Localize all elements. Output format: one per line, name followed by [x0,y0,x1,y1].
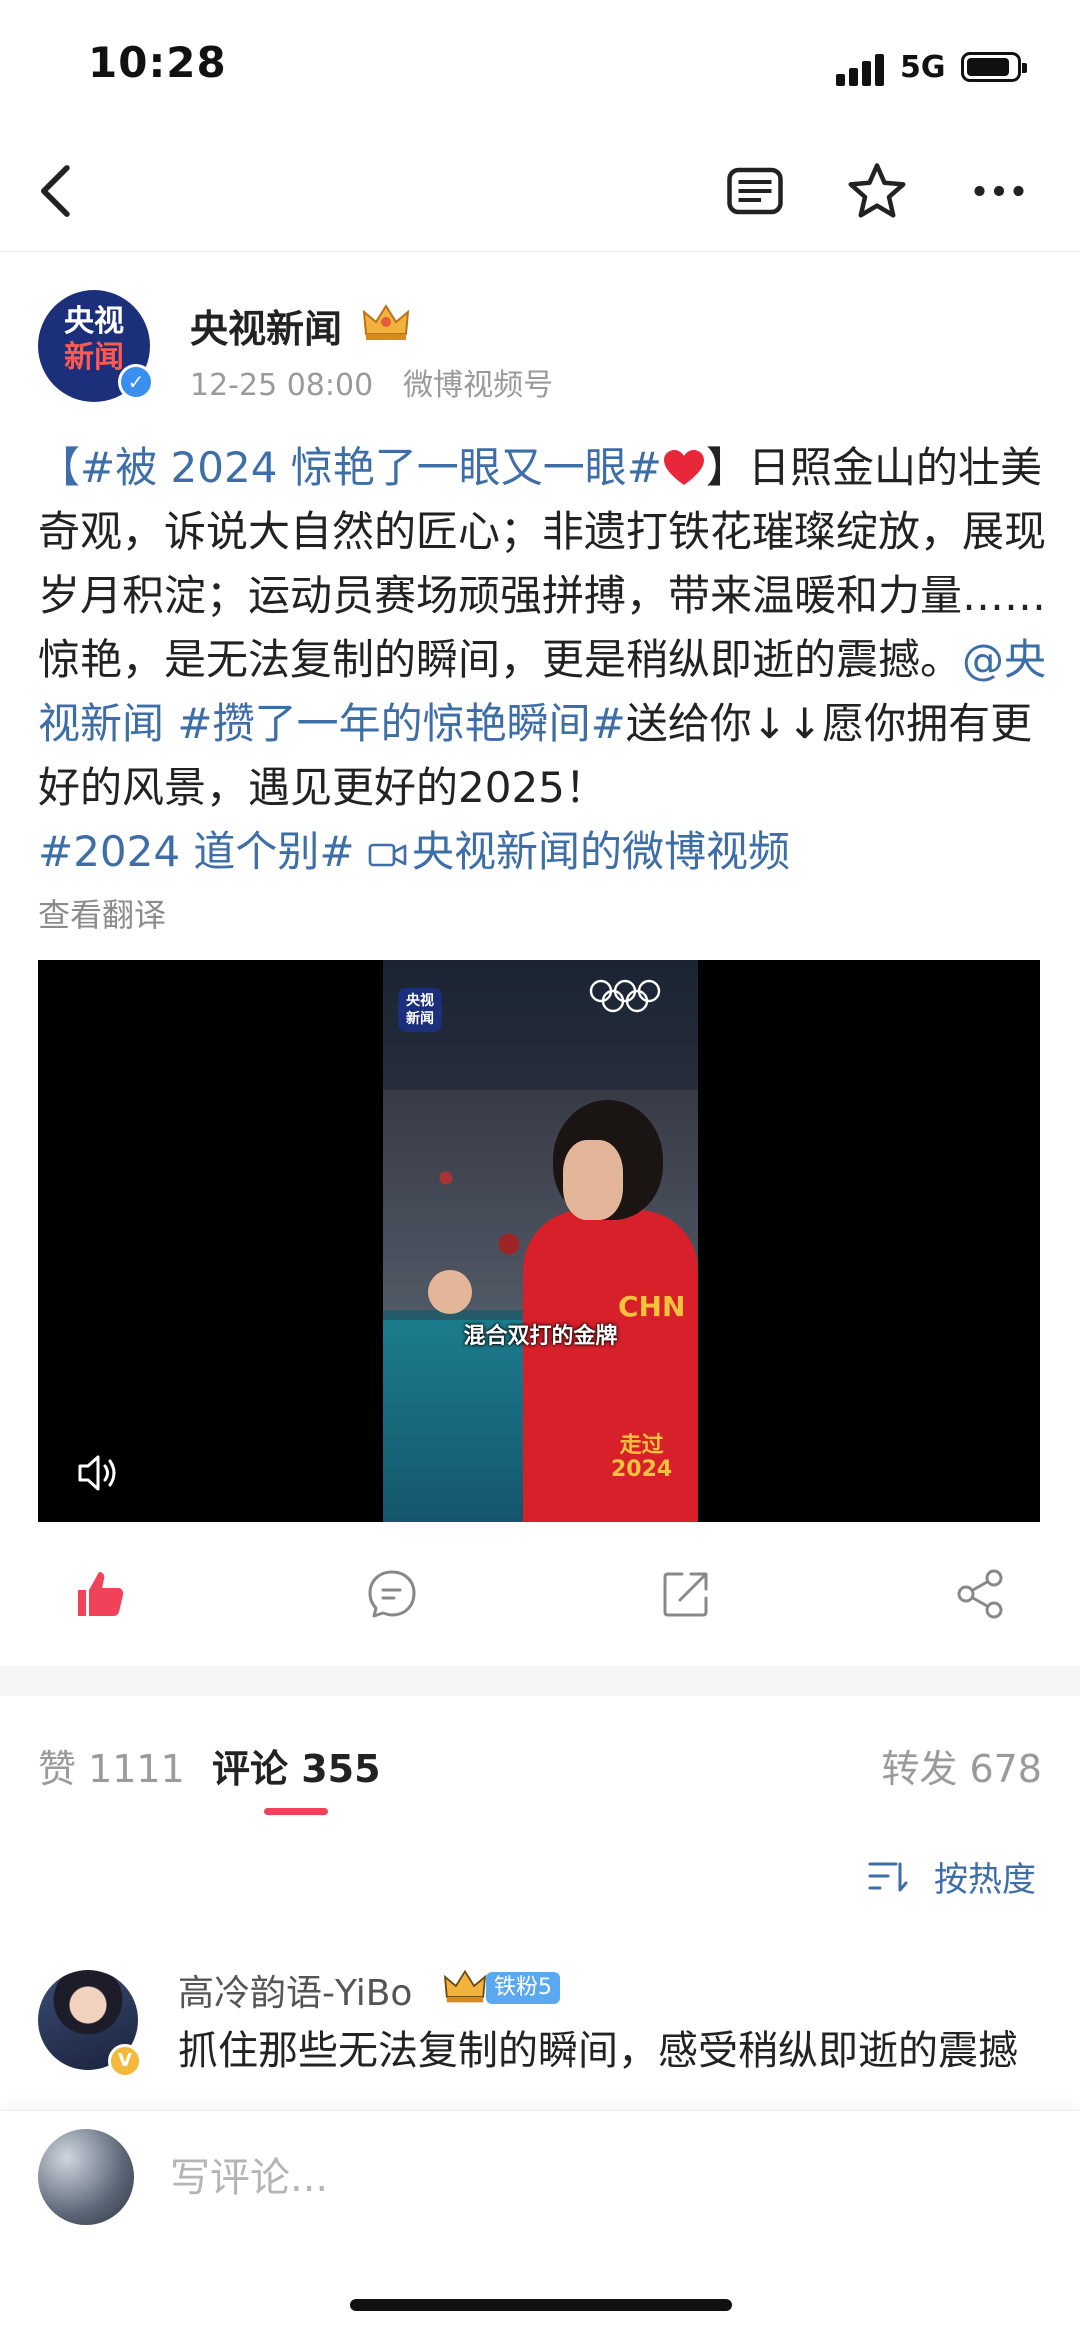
nav-bar [0,130,1080,252]
reader-icon[interactable] [722,158,788,224]
weibo-post-page: 10:28 5G 央视 新闻 ✓ 央视新闻 12-25 08:00 微博视频号 … [0,0,1080,2337]
video-badge: 走过 2024 [611,1433,673,1482]
video-link-icon [368,843,407,867]
action-bar [0,1552,1080,1642]
tab-reposts[interactable]: 转发 678 [881,1738,1042,1793]
post-meta: 12-25 08:00 微博视频号 [190,360,553,404]
comment-username[interactable]: 高冷韵语-YiBo [178,1964,412,2016]
sort-row: 按热度 [0,1826,1080,1926]
tab-likes[interactable]: 赞 1111 [38,1738,185,1793]
tab-active-indicator [264,1808,328,1815]
video-caption: 混合双打的金牌 [463,1324,618,1349]
video-link[interactable]: 央视新闻的微博视频 [412,827,790,876]
video-player[interactable]: CHN 混合双打的金牌 央视 新闻 走过 2024 [38,960,1040,1522]
author-name[interactable]: 央视新闻 [190,298,342,353]
crown-icon [362,304,410,340]
verified-icon: ✓ [118,364,154,400]
video-fist [428,1270,472,1314]
post-text: 【#被 2024 惊艳了一眼又一眼# 】日照金山的壮美奇观，诉说大自然的匠心；非遗… [38,443,1047,876]
fan-badge: 铁粉5 [486,1972,560,2004]
more-icon[interactable] [966,158,1032,224]
crown-icon [443,1969,487,2003]
forward-icon[interactable] [658,1566,714,1622]
comment-text: 抓住那些无法复制的瞬间，感受稍纵即逝的震撼 [178,2028,1018,2074]
section-divider [0,1666,1080,1696]
network-label: 5G [900,50,946,85]
video-logo: 央视 新闻 [398,988,442,1032]
heart-icon [664,450,704,485]
video-frame: CHN 混合双打的金牌 央视 新闻 走过 2024 [383,960,698,1522]
hashtag-link[interactable]: #攒了一年的惊艳瞬间# [177,699,625,748]
status-bar: 10:28 5G [0,0,1080,130]
verified-icon: V [108,2044,142,2078]
translate-link[interactable]: 查看翻译 [38,890,166,936]
comment-input-bar: 写评论... [0,2110,1080,2337]
author-avatar[interactable]: 央视 新闻 ✓ [38,290,154,402]
star-icon[interactable] [844,158,910,224]
home-indicator [350,2299,732,2311]
hashtag-link[interactable]: #被 2024 惊艳了一眼又一眼# [80,443,662,492]
sort-label[interactable]: 按热度 [934,1852,1036,1901]
status-time: 10:28 [88,38,227,87]
post-source[interactable]: 微博视频号 [403,368,553,403]
comment-item: V 高冷韵语-YiBo 铁粉5 抓住那些无法复制的瞬间，感受稍纵即逝的震撼 [0,1960,1080,2110]
olympic-rings-icon [589,979,661,1013]
comment-icon[interactable] [364,1566,420,1622]
back-icon[interactable] [24,158,90,224]
sort-icon[interactable] [866,1856,910,1896]
hashtag-link[interactable]: #2024 道个别# [38,827,355,876]
post-date: 12-25 08:00 [190,368,374,403]
stats-tabs: 赞 1111 评论 355 转发 678 [0,1696,1080,1826]
signal-icon [836,52,888,86]
like-icon[interactable] [72,1566,128,1622]
volume-icon[interactable] [72,1448,122,1498]
share-icon[interactable] [952,1566,1008,1622]
comment-input[interactable]: 写评论... [170,2145,328,2203]
tab-comments[interactable]: 评论 355 [212,1738,381,1793]
avatar[interactable] [38,2129,134,2225]
battery-icon [961,52,1027,82]
